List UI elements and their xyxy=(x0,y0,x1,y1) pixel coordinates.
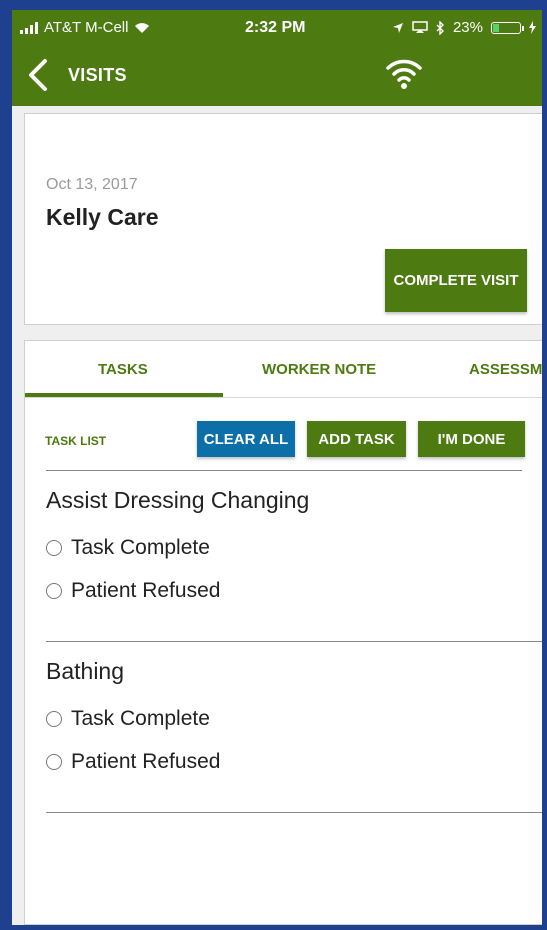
task-complete-option[interactable]: Task Complete xyxy=(46,707,210,731)
task-list-label: TASK LIST xyxy=(45,434,107,448)
visit-summary-card: Oct 13, 2017 Kelly Care COMPLETE VISIT xyxy=(24,113,542,325)
nav-bar: VISITS xyxy=(12,54,542,100)
patient-name: Kelly Care xyxy=(46,204,159,230)
tab-assessment[interactable]: ASSESSM xyxy=(469,361,542,378)
airplay-icon xyxy=(412,21,428,33)
tab-tasks[interactable]: TASKS xyxy=(98,361,148,378)
battery-icon xyxy=(491,21,524,34)
complete-visit-button[interactable]: COMPLETE VISIT xyxy=(385,249,527,312)
status-bar: AT&T M-Cell 2:32 PM 23% xyxy=(12,10,542,46)
divider xyxy=(46,641,542,642)
clear-all-button[interactable]: CLEAR ALL xyxy=(197,421,295,457)
location-arrow-icon xyxy=(392,22,403,33)
signal-icon xyxy=(20,21,38,34)
add-task-button[interactable]: ADD TASK xyxy=(307,421,406,457)
task-title: Assist Dressing Changing xyxy=(46,487,310,513)
status-left: AT&T M-Cell xyxy=(20,19,150,36)
patient-refused-option[interactable]: Patient Refused xyxy=(46,579,220,603)
option-label: Task Complete xyxy=(71,707,210,730)
status-time: 2:32 PM xyxy=(245,19,306,36)
chevron-left-icon[interactable] xyxy=(26,58,50,92)
option-label: Task Complete xyxy=(71,536,210,559)
phone-screen: AT&T M-Cell 2:32 PM 23% VISITS Oct 13, 2… xyxy=(12,10,542,925)
tab-divider xyxy=(25,397,542,398)
tab-worker-note[interactable]: WORKER NOTE xyxy=(262,361,376,378)
visit-detail-card: TASKS WORKER NOTE ASSESSM TASK LIST CLEA… xyxy=(24,340,542,925)
im-done-button[interactable]: I'M DONE xyxy=(418,421,525,457)
task-complete-option[interactable]: Task Complete xyxy=(46,536,210,560)
charging-icon xyxy=(529,21,536,34)
radio-icon[interactable] xyxy=(46,711,62,727)
battery-percent: 23% xyxy=(452,19,483,36)
status-right: 23% xyxy=(392,19,536,36)
divider xyxy=(46,470,522,471)
radio-icon[interactable] xyxy=(46,540,62,556)
patient-refused-option[interactable]: Patient Refused xyxy=(46,750,220,774)
divider xyxy=(46,812,542,813)
carrier-label: AT&T M-Cell xyxy=(44,19,129,36)
radio-icon[interactable] xyxy=(46,754,62,770)
task-title: Bathing xyxy=(46,658,125,684)
option-label: Patient Refused xyxy=(71,750,221,773)
radio-icon[interactable] xyxy=(46,583,62,599)
battery-fill xyxy=(493,23,500,32)
option-label: Patient Refused xyxy=(71,579,221,602)
visit-date: Oct 13, 2017 xyxy=(46,176,138,193)
tab-bar: TASKS WORKER NOTE ASSESSM xyxy=(25,341,542,398)
bluetooth-icon xyxy=(436,20,444,35)
page-title: VISITS xyxy=(68,65,127,85)
wifi-icon[interactable] xyxy=(385,56,423,92)
status-wifi-icon xyxy=(135,22,150,33)
app-header: AT&T M-Cell 2:32 PM 23% VISITS xyxy=(12,10,542,106)
